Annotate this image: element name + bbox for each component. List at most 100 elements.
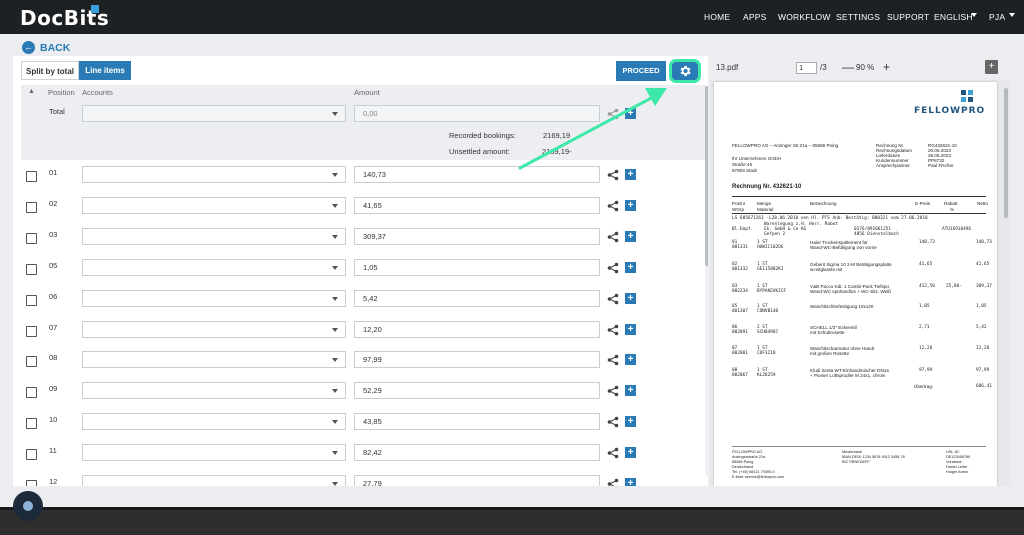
invoice-item-desc2: w.mitglasste.mit [810,267,843,272]
amount-field[interactable]: 5,42 [354,290,600,307]
amount-field[interactable]: 82,42 [354,444,600,461]
invoice-item-price: 1,05 [919,304,930,309]
account-dropdown[interactable] [82,228,346,245]
collapse-chevron-up-icon[interactable]: ▲ [28,88,35,95]
proceed-button[interactable]: PROCEED [616,61,666,81]
line-item-row: 06 5,42 + [13,287,703,315]
page-number-input[interactable]: 1 [796,62,817,74]
amount-field[interactable]: 43,85 [354,413,600,430]
footer-line: Holger Armor [946,470,969,474]
invoice-item-desc2: mit großen Rosette [810,351,850,356]
pdf-scrollbar[interactable] [1004,88,1008,218]
row-checkbox[interactable] [26,295,37,306]
invoice-item-mat: 001331 [732,245,748,250]
invoice-item-net: 1,05 [976,304,987,309]
amount-field[interactable]: 41,65 [354,197,600,214]
language-chevron-down-icon[interactable] [971,13,977,17]
add-row-button[interactable]: + [625,200,636,211]
amount-field[interactable]: 12,20 [354,321,600,338]
amount-field[interactable]: 52,29 [354,382,600,399]
nav-workflow[interactable]: WORKFLOW [778,12,831,22]
account-dropdown[interactable] [82,197,346,214]
nav-settings[interactable]: SETTINGS [836,12,880,22]
table-top-rule [732,196,986,197]
add-row-button[interactable]: + [625,231,636,242]
account-dropdown[interactable] [82,413,346,430]
row-checkbox[interactable] [26,356,37,367]
nav-apps[interactable]: APPS [743,12,766,22]
line-items-scrollbar[interactable] [705,86,708,476]
add-row-button[interactable]: + [625,169,636,180]
share-icon[interactable] [607,262,619,274]
share-icon[interactable] [607,169,619,181]
download-button[interactable]: + [985,60,998,74]
nav-home[interactable]: HOME [704,12,730,22]
chevron-down-icon [332,266,338,270]
account-dropdown[interactable] [82,382,346,399]
invoice-item-code: BYPAKEVKICF [757,289,787,294]
amount-field[interactable]: 27,79 [354,475,600,486]
amount-field[interactable]: 97,99 [354,351,600,368]
share-icon[interactable] [607,416,619,428]
amount-field[interactable]: 140,73 [354,166,600,183]
tab-split-by-total[interactable]: Split by total [21,61,79,80]
row-checkbox[interactable] [26,264,37,275]
arrow-left-icon: ← [22,41,35,54]
user-menu[interactable]: PJA [989,12,1005,22]
zoom-in-button[interactable]: + [883,60,890,74]
add-row-button[interactable]: + [625,447,636,458]
user-chevron-down-icon[interactable] [1009,13,1015,17]
recorded-bookings-value: 2169,19 [543,131,571,140]
account-dropdown[interactable] [82,351,346,368]
invoice-item-price: 412,50 [919,284,935,289]
pdf-viewer[interactable]: FELLOWPRO FELLOWPRO AG – Anzinger Str.21… [710,80,1011,486]
chat-widget-button[interactable] [13,491,43,521]
row-checkbox[interactable] [26,480,37,486]
unsettled-amount-value: 2169,19- [542,147,572,156]
add-row-button[interactable]: + [625,385,636,396]
share-icon[interactable] [607,324,619,336]
add-row-button[interactable]: + [625,478,636,486]
invoice-title: Rechnung Nr. 432621-10 [732,184,802,190]
recipient-line-1: Ihr Unternehmen GmbH [732,156,782,161]
nav-support[interactable]: SUPPORT [887,12,929,22]
account-dropdown[interactable] [82,290,346,307]
settings-button[interactable] [669,59,701,83]
share-icon[interactable] [607,293,619,305]
row-checkbox[interactable] [26,233,37,244]
account-dropdown[interactable] [82,166,346,183]
scrollbar-thumb[interactable] [705,86,708,266]
tab-line-items[interactable]: Line items [79,61,131,80]
row-checkbox[interactable] [26,171,37,182]
row-checkbox[interactable] [26,449,37,460]
share-icon[interactable] [607,108,619,120]
account-dropdown[interactable] [82,475,346,486]
add-row-button[interactable]: + [625,354,636,365]
share-icon[interactable] [607,447,619,459]
account-dropdown[interactable] [82,259,346,276]
language-selector[interactable]: ENGLISH [934,12,973,22]
share-icon[interactable] [607,354,619,366]
invoice-item-price: 97,99 [919,368,933,373]
amount-field[interactable]: 309,37 [354,228,600,245]
invoice-item-price: 2,71 [919,325,930,330]
add-row-button[interactable]: + [625,416,636,427]
share-icon[interactable] [607,200,619,212]
row-checkbox[interactable] [26,387,37,398]
row-checkbox[interactable] [26,202,37,213]
share-icon[interactable] [607,231,619,243]
add-split-button[interactable]: + [625,108,636,119]
share-icon[interactable] [607,385,619,397]
add-row-button[interactable]: + [625,324,636,335]
amount-field[interactable]: 1,05 [354,259,600,276]
account-dropdown[interactable] [82,444,346,461]
row-checkbox[interactable] [26,418,37,429]
row-position: 09 [49,384,58,393]
share-icon[interactable] [607,478,619,486]
row-checkbox[interactable] [26,326,37,337]
add-row-button[interactable]: + [625,293,636,304]
account-dropdown[interactable] [82,321,346,338]
zoom-out-button[interactable]: — [842,60,854,74]
add-row-button[interactable]: + [625,262,636,273]
total-label: Total [49,107,65,116]
